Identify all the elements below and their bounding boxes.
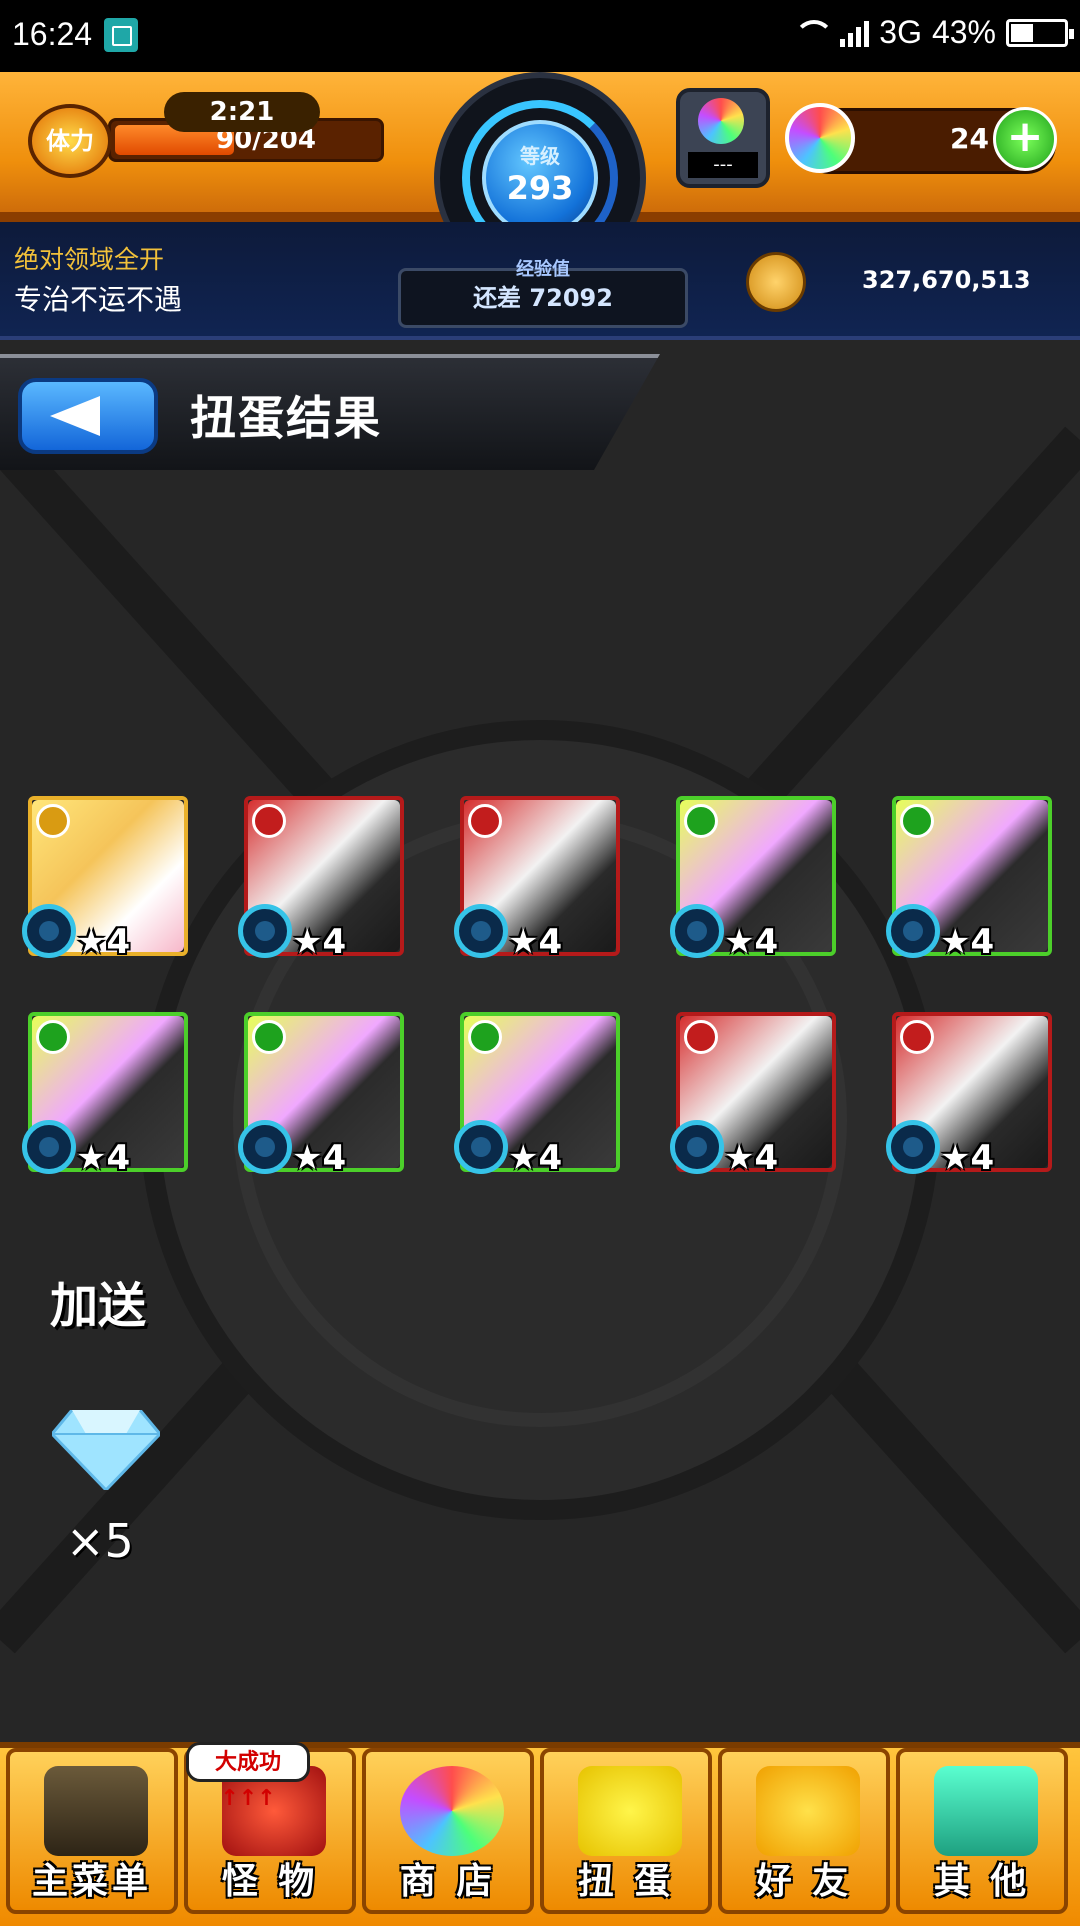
- element-ring-icon: [670, 1120, 724, 1174]
- orb-count: 24: [950, 122, 989, 155]
- element-ring-icon: [454, 904, 508, 958]
- rainbow-orb-icon: [785, 103, 855, 173]
- player-title-line1: 绝对领域全开: [14, 245, 165, 274]
- orb-counter: 24 +: [785, 103, 1057, 174]
- element-ring-icon: [886, 1120, 940, 1174]
- card-rarity: ★4: [292, 1138, 347, 1178]
- card-rarity: ★4: [940, 922, 995, 962]
- nav-label: 扭 蛋: [577, 1861, 675, 1902]
- card-rarity: ★4: [508, 1138, 563, 1178]
- nav-label: 商 店: [399, 1861, 497, 1902]
- result-card[interactable]: ★4: [454, 796, 620, 962]
- card-rarity: ★4: [76, 1138, 131, 1178]
- result-card[interactable]: ★4: [22, 796, 188, 962]
- card-rarity: ★4: [292, 922, 347, 962]
- element-ring-icon: [670, 904, 724, 958]
- nav-button[interactable]: 好 友: [718, 1748, 890, 1914]
- bonus-count: ×5: [66, 1514, 134, 1568]
- gold-coin-icon: [746, 252, 806, 312]
- result-card[interactable]: ★4: [886, 1012, 1052, 1178]
- add-orbs-button[interactable]: +: [993, 107, 1057, 171]
- egg-icon: [578, 1766, 682, 1856]
- attribute-icon: [36, 804, 70, 838]
- result-card[interactable]: ★4: [238, 1012, 404, 1178]
- attribute-icon: [468, 1020, 502, 1054]
- attribute-icon: [684, 1020, 718, 1054]
- result-card[interactable]: ★4: [454, 1012, 620, 1178]
- status-time: 16:24: [12, 16, 93, 52]
- screenshot-icon: [104, 18, 138, 52]
- element-ring-icon: [886, 904, 940, 958]
- stamina-timer: 2:21: [164, 92, 320, 132]
- level-value: 293: [506, 169, 574, 207]
- element-ring-icon: [22, 1120, 76, 1174]
- result-card[interactable]: ★4: [670, 796, 836, 962]
- player-title-line2: 专治不运不遇: [14, 283, 183, 316]
- element-ring-icon: [22, 904, 76, 958]
- nav-button[interactable]: 其 他: [896, 1748, 1068, 1914]
- network-type: 3G: [879, 14, 922, 50]
- gacha-machine-icon[interactable]: ---: [676, 88, 770, 188]
- card-rarity: ★4: [940, 1138, 995, 1178]
- page-title: 扭蛋结果: [190, 391, 382, 445]
- bonus-title: 加送: [50, 1278, 147, 1334]
- attribute-icon: [684, 804, 718, 838]
- attribute-icon: [900, 804, 934, 838]
- nav-button[interactable]: 主菜单: [6, 1748, 178, 1914]
- attribute-icon: [252, 1020, 286, 1054]
- card-rarity: ★4: [724, 922, 779, 962]
- nav-label: 主菜单: [31, 1861, 152, 1902]
- attribute-icon: [36, 1020, 70, 1054]
- promo-badge: 大成功↑↑↑: [186, 1742, 310, 1811]
- card-rarity: ★4: [76, 922, 131, 962]
- card-rarity: ★4: [724, 1138, 779, 1178]
- result-card[interactable]: ★4: [22, 1012, 188, 1178]
- nav-label: 其 他: [933, 1861, 1031, 1902]
- signal-icon: [840, 19, 870, 47]
- level-orb: 等级 293: [482, 120, 598, 236]
- element-ring-icon: [238, 1120, 292, 1174]
- status-bar: 16:24 3G 43%: [0, 0, 1080, 72]
- result-card[interactable]: ★4: [670, 1012, 836, 1178]
- gold-amount: 327,670,513: [862, 266, 1031, 294]
- question-icon: [934, 1766, 1038, 1856]
- attribute-icon: [252, 804, 286, 838]
- level-label: 等级: [520, 144, 560, 168]
- result-card[interactable]: ★4: [238, 796, 404, 962]
- nav-button[interactable]: 商 店: [362, 1748, 534, 1914]
- exp-label: 经验值: [516, 259, 570, 280]
- gacha-counter: ---: [688, 152, 758, 178]
- back-button[interactable]: [18, 378, 158, 454]
- battery-percent: 43%: [931, 14, 996, 50]
- attribute-icon: [468, 804, 502, 838]
- result-card[interactable]: ★4: [886, 796, 1052, 962]
- diamond-icon: [52, 1410, 160, 1490]
- stamina-badge: 体力: [28, 104, 112, 178]
- gacha-ball: [698, 98, 744, 144]
- battery-icon: [1006, 18, 1074, 47]
- nav-label: 怪 物: [221, 1861, 319, 1902]
- attribute-icon: [900, 1020, 934, 1054]
- element-ring-icon: [238, 904, 292, 958]
- element-ring-icon: [454, 1120, 508, 1174]
- nav-button[interactable]: 扭 蛋: [540, 1748, 712, 1914]
- exp-box: 经验值 还差 72092: [398, 259, 688, 328]
- orb-icon: [400, 1766, 504, 1856]
- nav-label: 好 友: [755, 1861, 853, 1902]
- card-rarity: ★4: [508, 922, 563, 962]
- gate-icon: [44, 1766, 148, 1856]
- friends-icon: [756, 1766, 860, 1856]
- wifi-icon: [790, 18, 835, 48]
